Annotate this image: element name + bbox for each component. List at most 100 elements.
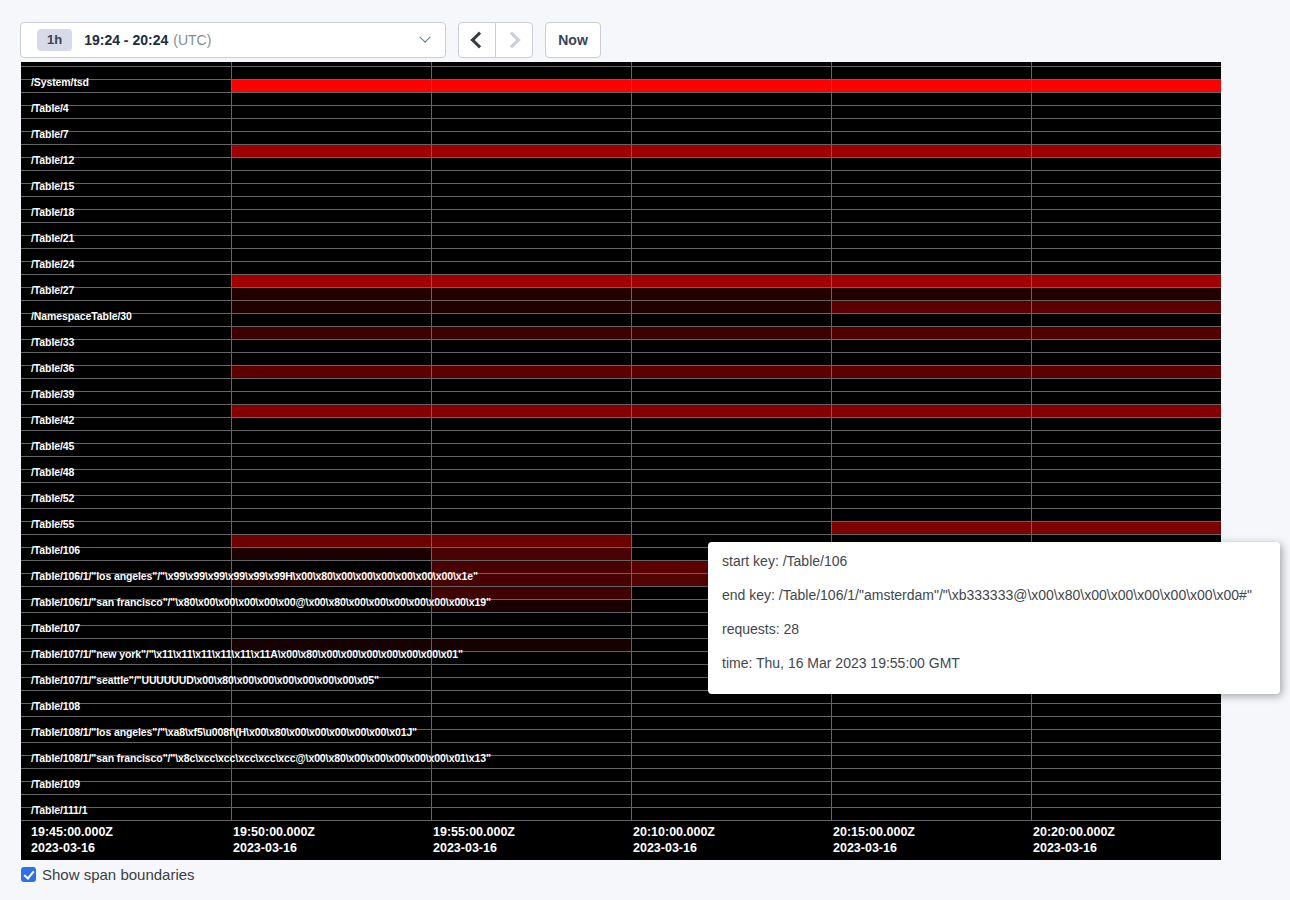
row-label: /Table/107/1/"seattle"/"UUUUUUD\x00\x80\… — [31, 674, 379, 686]
row-label: /Table/106 — [31, 544, 80, 556]
span-boundary-line — [21, 196, 1221, 197]
heat-band[interactable] — [832, 522, 1031, 534]
row-label: /Table/107 — [31, 622, 80, 634]
x-axis-tick: 19:55:00.000Z2023-03-16 — [433, 824, 515, 856]
row-label: /Table/55 — [31, 518, 74, 530]
row-label: /Table/108 — [31, 700, 80, 712]
heat-band[interactable] — [232, 366, 431, 378]
row-label: /Table/12 — [31, 154, 74, 166]
heat-band[interactable] — [232, 288, 431, 300]
heat-band[interactable] — [832, 275, 1031, 287]
heat-band[interactable] — [432, 366, 631, 378]
row-label: /Table/111/1 — [31, 804, 87, 816]
x-axis-tick: 20:15:00.000Z2023-03-16 — [833, 824, 915, 856]
show-span-boundaries-checkbox[interactable] — [21, 867, 36, 882]
time-gridline — [231, 62, 232, 820]
heat-band[interactable] — [432, 80, 631, 92]
span-boundary-line — [21, 222, 1221, 223]
time-gridline — [831, 62, 832, 820]
heat-band[interactable] — [632, 327, 831, 339]
span-boundary-line — [21, 170, 1221, 171]
heat-band[interactable] — [1032, 327, 1221, 339]
heat-band[interactable] — [832, 366, 1031, 378]
row-label: /Table/109 — [31, 778, 80, 790]
heat-band[interactable] — [432, 535, 631, 547]
time-nav-button-group — [458, 22, 533, 58]
span-boundary-line — [21, 209, 1221, 210]
heat-band[interactable] — [432, 301, 631, 313]
heat-band[interactable] — [632, 301, 831, 313]
heat-band[interactable] — [1032, 80, 1221, 92]
time-range-select[interactable]: 1h 19:24 - 20:24 (UTC) — [20, 22, 446, 58]
heat-band[interactable] — [632, 80, 831, 92]
heat-band[interactable] — [432, 288, 631, 300]
tooltip-line: time: Thu, 16 Mar 2023 19:55:00 GMT — [722, 655, 1266, 671]
heat-band[interactable] — [632, 275, 831, 287]
heat-band[interactable] — [1032, 288, 1221, 300]
heat-band[interactable] — [832, 145, 1031, 157]
heat-band[interactable] — [432, 145, 631, 157]
heat-band[interactable] — [632, 145, 831, 157]
show-span-boundaries-label: Show span boundaries — [42, 866, 195, 883]
heat-band[interactable] — [1032, 522, 1221, 534]
row-label: /Table/7 — [31, 128, 69, 140]
heat-band[interactable] — [832, 405, 1031, 417]
span-boundary-line — [21, 92, 1221, 93]
span-boundary-line — [21, 482, 1221, 483]
heat-band[interactable] — [832, 80, 1031, 92]
chevron-left-icon — [471, 32, 488, 49]
tooltip-line: start key: /Table/106 — [722, 553, 1266, 569]
heat-band[interactable] — [432, 275, 631, 287]
heat-band[interactable] — [1032, 366, 1221, 378]
heat-band[interactable] — [432, 548, 631, 560]
span-boundary-line — [21, 261, 1221, 262]
heat-band[interactable] — [632, 366, 831, 378]
show-span-boundaries-row: Show span boundaries — [21, 866, 195, 883]
row-label: /Table/45 — [31, 440, 74, 452]
heat-band[interactable] — [632, 288, 831, 300]
heat-band[interactable] — [232, 327, 431, 339]
now-button[interactable]: Now — [545, 22, 601, 58]
heat-band[interactable] — [232, 275, 431, 287]
row-label: /System/tsd — [31, 76, 89, 88]
heat-band[interactable] — [232, 548, 431, 560]
heat-band[interactable] — [432, 327, 631, 339]
heat-band[interactable] — [232, 301, 431, 313]
span-boundary-line — [21, 716, 1221, 717]
heat-band[interactable] — [232, 80, 431, 92]
heat-band[interactable] — [232, 535, 431, 547]
span-boundary-line — [21, 105, 1221, 106]
key-visualizer-heatmap[interactable]: /System/tsd/Table/4/Table/7/Table/12/Tab… — [21, 62, 1221, 860]
heat-band[interactable] — [1032, 405, 1221, 417]
range-label: 19:24 - 20:24 — [84, 32, 168, 48]
span-boundary-line — [21, 768, 1221, 769]
heat-band[interactable] — [232, 405, 431, 417]
heat-band[interactable] — [1032, 145, 1221, 157]
heat-band[interactable] — [1032, 301, 1221, 313]
row-label: /Table/39 — [31, 388, 74, 400]
span-boundary-line — [21, 456, 1221, 457]
heat-band[interactable] — [432, 405, 631, 417]
row-label: /Table/15 — [31, 180, 74, 192]
row-label: /Table/24 — [31, 258, 74, 270]
span-boundary-line — [21, 66, 1221, 67]
span-boundary-line — [21, 378, 1221, 379]
heat-band[interactable] — [832, 288, 1031, 300]
heat-band[interactable] — [1032, 275, 1221, 287]
span-boundary-line — [21, 820, 1221, 821]
span-boundary-line — [21, 794, 1221, 795]
heat-band[interactable] — [832, 301, 1031, 313]
prev-button[interactable] — [458, 22, 496, 58]
heat-band[interactable] — [832, 327, 1031, 339]
span-boundary-line — [21, 443, 1221, 444]
next-button[interactable] — [495, 22, 533, 58]
span-boundary-line — [21, 703, 1221, 704]
span-boundary-line — [21, 313, 1221, 314]
x-axis-tick: 20:10:00.000Z2023-03-16 — [633, 824, 715, 856]
heat-band[interactable] — [232, 145, 431, 157]
heat-band[interactable] — [632, 405, 831, 417]
span-boundary-line — [21, 417, 1221, 418]
span-boundary-line — [21, 248, 1221, 249]
tooltip-line: end key: /Table/106/1/"amsterdam"/"\xb33… — [722, 587, 1266, 603]
time-gridline — [431, 62, 432, 820]
